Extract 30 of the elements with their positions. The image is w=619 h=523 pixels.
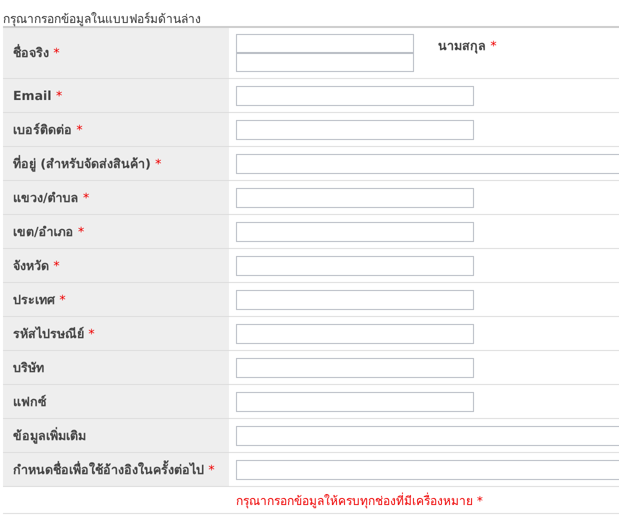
input-field[interactable]	[236, 86, 474, 106]
input-field[interactable]	[236, 53, 414, 72]
field-label: ชื่อจริง *	[13, 43, 60, 62]
input-field[interactable]	[236, 358, 474, 378]
field-label: ที่อยู่ (สำหรับจัดส่งสินค้า) *	[13, 154, 162, 174]
input-field[interactable]	[236, 426, 619, 446]
field-label: Email *	[13, 88, 62, 103]
field-label: ประเทศ *	[13, 290, 66, 308]
field-label: แขวง/ตำบล *	[13, 188, 90, 206]
field-label: เบอร์ติดต่อ *	[13, 120, 83, 138]
field-label: ข้อมูลเพิ่มเติม	[13, 426, 86, 446]
input-field[interactable]	[236, 120, 474, 140]
form-instructions: กรุณากรอกข้อมูลในแบบฟอร์มด้านล่าง	[2, 11, 202, 26]
input-field[interactable]	[236, 188, 474, 208]
field-label: เขต/อำเภอ *	[13, 222, 84, 240]
field-label: แฟกซ์	[13, 392, 46, 410]
input-field[interactable]	[236, 290, 474, 310]
field-label: จังหวัด *	[13, 256, 60, 274]
input-field[interactable]	[236, 256, 474, 276]
required-note: กรุณากรอกข้อมูลให้ครบทุกช่องที่มีเครื่องหมาย *	[236, 492, 483, 510]
field-label: กำหนดชื่อเพื่อใช้อ้างอิงในครั้งต่อไป *	[13, 460, 215, 478]
input-field[interactable]	[236, 34, 414, 53]
input-field[interactable]	[236, 460, 619, 480]
input-field[interactable]	[236, 392, 474, 412]
input-field[interactable]	[236, 154, 619, 174]
input-field[interactable]	[236, 222, 474, 242]
field-label: นามสกุล *	[438, 37, 497, 56]
input-field[interactable]	[236, 324, 474, 344]
field-label: บริษัท	[13, 358, 44, 376]
field-label: รหัสไปรษณีย์ *	[13, 324, 95, 342]
